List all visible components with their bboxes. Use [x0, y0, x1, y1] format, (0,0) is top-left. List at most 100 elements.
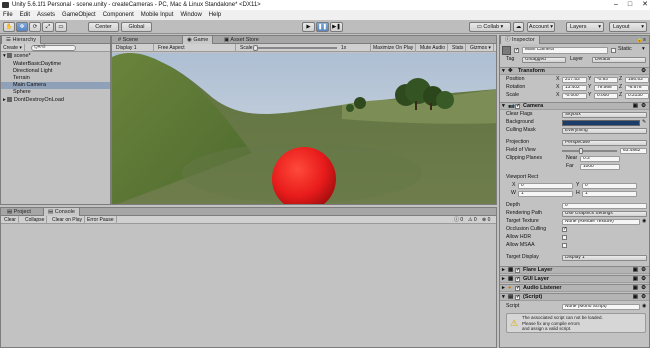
maximize-button[interactable]: □ — [628, 0, 632, 10]
tab-console[interactable]: ▤ Console — [43, 208, 80, 216]
object-name-field[interactable]: Main Camera — [522, 47, 608, 54]
space-global-toggle[interactable]: Global — [121, 22, 152, 32]
transform-header[interactable]: ▾ ✥ Transform ⚙ — [500, 67, 649, 75]
mute-audio-toggle[interactable]: Mute Audio — [418, 44, 449, 52]
info-count[interactable]: ⓘ 0 — [454, 216, 463, 224]
flare-layer-header[interactable]: ▸ ▦ ✓ Flare Layer ▣ ⚙ — [500, 266, 649, 274]
hierarchy-item[interactable]: Directional Light — [1, 68, 110, 75]
book-icon[interactable]: ▣ — [633, 103, 638, 110]
script-header[interactable]: ▾ ▤ ✓ (Script) ▣ ⚙ — [500, 293, 649, 301]
pause-button[interactable]: ❚❚ — [316, 22, 329, 32]
gear-icon[interactable]: ⚙ — [641, 285, 646, 292]
scale-slider-track[interactable] — [257, 47, 337, 49]
book-icon[interactable]: ▣ — [633, 294, 638, 301]
menu-component[interactable]: Component — [103, 10, 134, 20]
menu-mobile-input[interactable]: Mobile Input — [141, 10, 174, 20]
gear-icon[interactable]: ⚙ — [641, 103, 646, 110]
occlusion-checkbox[interactable]: ✓ — [562, 227, 567, 232]
viewport-h-field[interactable]: 1 — [582, 191, 637, 197]
tab-game[interactable]: ◉ Game — [182, 36, 214, 44]
maximize-on-play-toggle[interactable]: Maximize On Play — [370, 44, 417, 52]
pivot-center-toggle[interactable]: Center — [88, 22, 119, 32]
menu-help[interactable]: Help — [209, 10, 221, 20]
menu-edit[interactable]: Edit — [20, 10, 30, 20]
game-viewport[interactable] — [112, 53, 497, 205]
minimize-button[interactable]: – — [614, 0, 618, 10]
scene-root-row[interactable]: ▾ scene* — [1, 53, 110, 60]
menu-file[interactable]: File — [3, 10, 13, 20]
near-field[interactable]: 0.3 — [580, 156, 620, 162]
layer-dropdown[interactable]: Default — [592, 57, 646, 63]
step-button[interactable]: ▶❚ — [330, 22, 343, 32]
book-icon[interactable]: ▣ — [633, 285, 638, 292]
camera-enabled-checkbox[interactable]: ✓ — [515, 104, 520, 109]
close-button[interactable]: ✕ — [642, 0, 648, 10]
fov-slider-track[interactable] — [562, 150, 617, 152]
cloud-icon[interactable]: ☁ — [513, 22, 524, 32]
tab-scene[interactable]: # Scene — [114, 36, 142, 44]
hierarchy-item[interactable]: Sphere — [1, 89, 110, 96]
tab-hierarchy[interactable]: ☰ Hierarchy — [1, 36, 42, 44]
tab-inspector[interactable]: ⓘ Inspector — [500, 36, 540, 44]
viewport-w-field[interactable]: 1 — [518, 191, 573, 197]
background-color-swatch[interactable] — [562, 120, 640, 126]
flare-layer-checkbox[interactable]: ✓ — [515, 268, 520, 273]
fov-field[interactable]: 63.4862 — [620, 148, 647, 154]
audio-listener-checkbox[interactable]: ✓ — [515, 286, 520, 291]
tag-dropdown[interactable]: Untagged — [522, 57, 566, 63]
culling-mask-dropdown[interactable]: Everything — [562, 128, 647, 134]
rendering-path-dropdown[interactable]: Use Graphics Settings — [562, 211, 647, 217]
audio-listener-header[interactable]: ▸ ● ✓ Audio Listener ▣ ⚙ — [500, 284, 649, 292]
hdr-checkbox[interactable] — [562, 235, 567, 240]
clear-on-play-toggle[interactable]: Clear on Play — [50, 216, 86, 224]
gui-layer-checkbox[interactable]: ✓ — [515, 277, 520, 282]
tab-project[interactable]: ▤ Project — [3, 208, 35, 216]
aspect-dropdown[interactable]: Free Aspect — [156, 44, 236, 52]
gizmos-dropdown[interactable]: Gizmos ▾ — [468, 44, 494, 52]
gear-icon[interactable]: ⚙ — [641, 68, 646, 75]
scale-slider-thumb[interactable] — [253, 45, 258, 51]
book-icon[interactable]: ▣ — [633, 267, 638, 274]
menu-window[interactable]: Window — [180, 10, 201, 20]
far-field[interactable]: 1000 — [580, 164, 620, 170]
position-y-field[interactable]: -0.93 — [594, 77, 618, 83]
rotation-z-field[interactable]: -6.678 — [625, 85, 649, 91]
rotation-y-field[interactable]: 79.566 — [594, 85, 618, 91]
collab-dropdown[interactable]: ▭ Collab ▾ — [469, 22, 511, 32]
active-checkbox[interactable]: ✓ — [514, 48, 519, 53]
layers-dropdown[interactable]: Layers ▾ — [566, 22, 604, 32]
gear-icon[interactable]: ⚙ — [641, 294, 646, 301]
hierarchy-item[interactable]: WaterBasicDaytime — [1, 61, 110, 68]
dontdestroyonload-row[interactable]: ▸ DontDestroyOnLoad — [1, 97, 110, 104]
move-tool-icon[interactable]: ✥ — [16, 22, 28, 32]
error-pause-toggle[interactable]: Error Pause — [85, 216, 117, 224]
gui-layer-header[interactable]: ▸ ▦ ✓ GUI Layer ▣ ⚙ — [500, 275, 649, 283]
create-button[interactable]: Create ▾ — [1, 44, 25, 52]
tab-asset-store[interactable]: ▣ Asset Store — [220, 36, 263, 44]
script-field[interactable]: None (Mono Script) — [562, 304, 640, 310]
object-picker-icon[interactable]: ◉ — [642, 218, 647, 225]
scale-y-field[interactable]: 0.000 — [594, 93, 618, 99]
position-x-field[interactable]: 217.53 — [562, 77, 587, 83]
menu-assets[interactable]: Assets — [37, 10, 55, 20]
position-z-field[interactable]: 186.53 — [625, 77, 649, 83]
layout-dropdown[interactable]: Layout ▾ — [609, 22, 647, 32]
gear-icon[interactable]: ⚙ — [641, 267, 646, 274]
static-checkbox[interactable] — [611, 48, 616, 53]
account-dropdown[interactable]: Account ▾ — [527, 22, 555, 32]
rotate-tool-icon[interactable]: ⟳ — [29, 22, 41, 32]
msaa-checkbox[interactable] — [562, 243, 567, 248]
viewport-x-field[interactable]: 0 — [518, 183, 573, 189]
hierarchy-item[interactable]: Terrain — [1, 75, 110, 82]
object-picker-icon[interactable]: ◉ — [642, 303, 647, 310]
hand-tool-icon[interactable]: ✋ — [3, 22, 15, 32]
hierarchy-search-input[interactable]: Q▾All — [31, 45, 76, 51]
collapse-button[interactable]: Collapse — [23, 216, 48, 224]
chevron-down-icon[interactable]: ▾ — [642, 46, 645, 52]
rect-tool-icon[interactable]: ▭ — [55, 22, 67, 32]
play-button[interactable]: ▶ — [302, 22, 315, 32]
display-dropdown[interactable]: Display 1 — [114, 44, 154, 52]
viewport-y-field[interactable]: 0 — [582, 183, 637, 189]
projection-dropdown[interactable]: Perspective — [562, 140, 647, 146]
warning-count[interactable]: ⚠ 0 — [468, 216, 477, 224]
